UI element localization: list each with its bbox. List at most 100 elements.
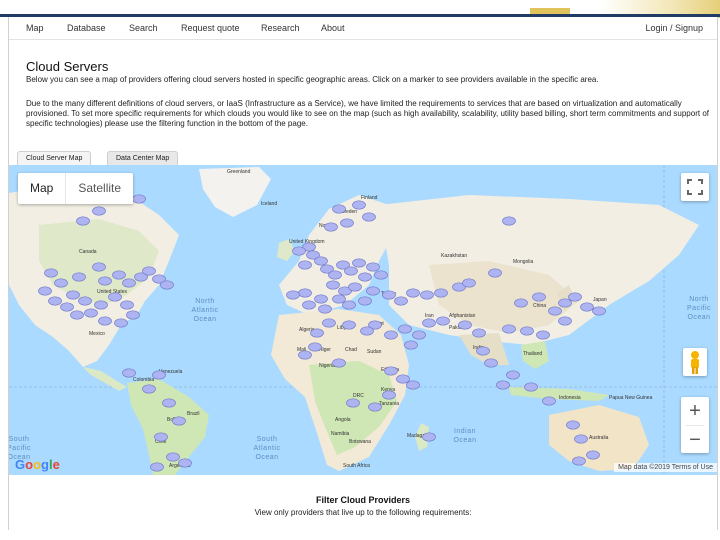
provider-marker[interactable] — [332, 204, 346, 214]
provider-marker[interactable] — [160, 280, 174, 290]
provider-marker[interactable] — [308, 342, 322, 352]
provider-marker[interactable] — [362, 212, 376, 222]
provider-marker[interactable] — [484, 358, 498, 368]
provider-marker[interactable] — [122, 368, 136, 378]
provider-marker[interactable] — [152, 370, 166, 380]
provider-marker[interactable] — [558, 298, 572, 308]
provider-marker[interactable] — [98, 276, 112, 286]
provider-marker[interactable] — [502, 216, 516, 226]
provider-marker[interactable] — [586, 450, 600, 460]
provider-marker[interactable] — [398, 324, 412, 334]
provider-marker[interactable] — [580, 302, 594, 312]
provider-marker[interactable] — [178, 458, 192, 468]
provider-marker[interactable] — [506, 370, 520, 380]
provider-marker[interactable] — [142, 266, 156, 276]
provider-marker[interactable] — [520, 326, 534, 336]
provider-marker[interactable] — [592, 306, 606, 316]
provider-marker[interactable] — [314, 256, 328, 266]
provider-marker[interactable] — [436, 316, 450, 326]
provider-marker[interactable] — [382, 390, 396, 400]
provider-marker[interactable] — [166, 452, 180, 462]
provider-marker[interactable] — [302, 300, 316, 310]
provider-marker[interactable] — [502, 324, 516, 334]
provider-marker[interactable] — [114, 318, 128, 328]
provider-marker[interactable] — [126, 310, 140, 320]
provider-marker[interactable] — [108, 292, 122, 302]
provider-marker[interactable] — [48, 296, 62, 306]
provider-marker[interactable] — [328, 270, 342, 280]
fullscreen-button[interactable] — [681, 173, 709, 201]
provider-marker[interactable] — [318, 304, 332, 314]
world-map[interactable]: North Atlantic Ocean North Pacific Ocean… — [9, 165, 717, 475]
street-view-pegman[interactable] — [683, 348, 707, 376]
provider-marker[interactable] — [542, 396, 556, 406]
provider-marker[interactable] — [366, 262, 380, 272]
nav-research[interactable]: Research — [261, 23, 300, 33]
provider-marker[interactable] — [488, 268, 502, 278]
provider-marker[interactable] — [142, 384, 156, 394]
provider-marker[interactable] — [568, 292, 582, 302]
provider-marker[interactable] — [72, 272, 86, 282]
provider-marker[interactable] — [548, 306, 562, 316]
provider-marker[interactable] — [298, 288, 312, 298]
provider-marker[interactable] — [566, 420, 580, 430]
provider-marker[interactable] — [532, 292, 546, 302]
provider-marker[interactable] — [358, 296, 372, 306]
provider-marker[interactable] — [360, 326, 374, 336]
provider-marker[interactable] — [496, 380, 510, 390]
provider-marker[interactable] — [536, 330, 550, 340]
provider-marker[interactable] — [342, 300, 356, 310]
provider-marker[interactable] — [572, 456, 586, 466]
provider-marker[interactable] — [374, 270, 388, 280]
provider-marker[interactable] — [150, 462, 164, 472]
provider-marker[interactable] — [384, 330, 398, 340]
provider-marker[interactable] — [292, 246, 306, 256]
provider-marker[interactable] — [326, 280, 340, 290]
provider-marker[interactable] — [574, 434, 588, 444]
provider-marker[interactable] — [434, 288, 448, 298]
map-type-map[interactable]: Map — [18, 173, 65, 204]
provider-marker[interactable] — [346, 398, 360, 408]
provider-marker[interactable] — [344, 266, 358, 276]
tab-cloud-server-map[interactable]: Cloud Server Map — [17, 151, 92, 166]
provider-marker[interactable] — [352, 258, 366, 268]
provider-marker[interactable] — [420, 290, 434, 300]
provider-marker[interactable] — [322, 318, 336, 328]
provider-marker[interactable] — [366, 286, 380, 296]
tab-data-center-map[interactable]: Data Center Map — [107, 151, 179, 166]
provider-marker[interactable] — [122, 278, 136, 288]
provider-marker[interactable] — [358, 272, 372, 282]
provider-marker[interactable] — [406, 380, 420, 390]
provider-marker[interactable] — [314, 294, 328, 304]
provider-marker[interactable] — [472, 328, 486, 338]
provider-marker[interactable] — [44, 268, 58, 278]
provider-marker[interactable] — [458, 320, 472, 330]
provider-marker[interactable] — [298, 350, 312, 360]
provider-marker[interactable] — [332, 358, 346, 368]
nav-about[interactable]: About — [321, 23, 345, 33]
provider-marker[interactable] — [352, 200, 366, 210]
provider-marker[interactable] — [92, 206, 106, 216]
provider-marker[interactable] — [368, 402, 382, 412]
nav-request-quote[interactable]: Request quote — [181, 23, 240, 33]
provider-marker[interactable] — [286, 290, 300, 300]
provider-marker[interactable] — [172, 416, 186, 426]
provider-marker[interactable] — [310, 328, 324, 338]
provider-marker[interactable] — [92, 262, 106, 272]
provider-marker[interactable] — [112, 270, 126, 280]
zoom-out-button[interactable]: − — [681, 426, 709, 454]
provider-marker[interactable] — [524, 382, 538, 392]
provider-marker[interactable] — [60, 302, 74, 312]
provider-marker[interactable] — [120, 300, 134, 310]
provider-marker[interactable] — [514, 298, 528, 308]
map-attribution[interactable]: Map data ©2019 Terms of Use — [614, 463, 717, 472]
provider-marker[interactable] — [422, 318, 436, 328]
provider-marker[interactable] — [298, 260, 312, 270]
provider-marker[interactable] — [94, 300, 108, 310]
provider-marker[interactable] — [394, 296, 408, 306]
provider-marker[interactable] — [84, 308, 98, 318]
provider-marker[interactable] — [404, 340, 418, 350]
nav-map[interactable]: Map — [26, 23, 44, 33]
provider-marker[interactable] — [66, 290, 80, 300]
provider-marker[interactable] — [340, 218, 354, 228]
